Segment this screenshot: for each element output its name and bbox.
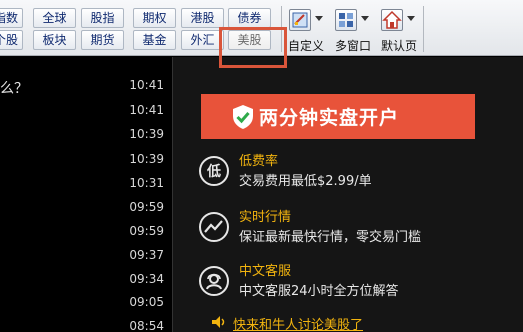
open-account-button[interactable]: 两分钟实盘开户 — [201, 94, 475, 139]
custom-layout-icon — [289, 9, 311, 31]
feature-title: 低费率 — [239, 154, 279, 169]
market-button-forex[interactable]: 外汇 — [181, 30, 224, 50]
news-time: 10:41 — [129, 103, 164, 117]
news-list: 么？ 10:41 10:41 10:39 10:39 10:31 09:59 0… — [0, 57, 172, 332]
market-button-stock-index[interactable]: 股指 — [81, 8, 124, 28]
news-time: 09:34 — [129, 272, 164, 286]
feature-title: 实时行情 — [239, 210, 292, 225]
discuss-us-stocks-link[interactable]: 快来和牛人讨论美股了 — [233, 314, 363, 332]
market-button-us-stocks[interactable]: 美股 — [228, 30, 271, 50]
news-time: 08:54 — [129, 319, 164, 332]
account-promo-panel: 两分钟实盘开户 低 低费率 交易费用最低$2.99/单 实时行情 保证最新最快行… — [173, 57, 523, 332]
chevron-down-icon — [407, 16, 415, 21]
open-account-label: 两分钟实盘开户 — [259, 107, 400, 129]
realtime-chart-icon — [199, 212, 229, 242]
chevron-down-icon — [361, 16, 369, 21]
news-time: 09:59 — [129, 224, 164, 238]
market-button-bonds[interactable]: 债券 — [228, 8, 271, 28]
home-icon — [381, 9, 403, 31]
default-page-label: 默认页 — [380, 39, 417, 53]
news-time: 10:41 — [129, 78, 164, 92]
feature-description: 保证最新最快行情，零交易门槛 — [239, 230, 422, 245]
chinese-service-icon — [199, 266, 229, 296]
feature-chinese-support: 中文客服 中文客服24小时全方位解答 — [199, 260, 509, 306]
feature-title: 中文客服 — [239, 264, 292, 279]
news-time: 09:05 — [129, 295, 164, 309]
market-button-options[interactable]: 期权 — [133, 8, 176, 28]
market-button-funds[interactable]: 基金 — [133, 30, 176, 50]
toolbar-separator — [423, 6, 424, 52]
multi-window-button[interactable]: 多窗口 — [332, 7, 374, 53]
chevron-down-icon — [315, 16, 323, 21]
feature-low-fee: 低 低费率 交易费用最低$2.99/单 — [199, 150, 509, 196]
multi-window-icon — [335, 9, 357, 31]
market-button-hk-stocks[interactable]: 港股 — [181, 8, 224, 28]
news-time: 09:59 — [129, 200, 164, 214]
feature-description: 交易费用最低$2.99/单 — [239, 174, 372, 189]
news-time: 10:39 — [129, 127, 164, 141]
news-time: 10:39 — [129, 152, 164, 166]
market-button-sectors[interactable]: 板块 — [33, 30, 76, 50]
low-fee-icon: 低 — [199, 156, 229, 186]
news-time: 10:31 — [129, 176, 164, 190]
feature-realtime-quotes: 实时行情 保证最新最快行情，零交易门槛 — [199, 206, 509, 252]
market-button-futures[interactable]: 期货 — [81, 30, 124, 50]
custom-layout-label: 自定义 — [287, 39, 324, 53]
news-time: 09:37 — [129, 248, 164, 262]
speaker-icon — [212, 316, 225, 328]
market-button-stocks[interactable]: 个股 — [0, 30, 23, 50]
custom-layout-button[interactable]: 自定义 — [286, 7, 326, 53]
feature-description: 中文客服24小时全方位解答 — [239, 284, 399, 299]
quote-toolbar: 指数 全球 股指 期权 港股 债券 个股 板块 期货 基金 外汇 美股 自定义 — [0, 0, 523, 56]
toolbar-separator — [281, 6, 282, 52]
news-headline[interactable]: 么？ — [0, 78, 28, 98]
multi-window-label: 多窗口 — [334, 39, 371, 53]
default-page-button[interactable]: 默认页 — [378, 7, 420, 53]
shield-check-icon — [233, 105, 253, 129]
market-button-index[interactable]: 指数 — [0, 8, 23, 28]
market-button-global[interactable]: 全球 — [33, 8, 76, 28]
